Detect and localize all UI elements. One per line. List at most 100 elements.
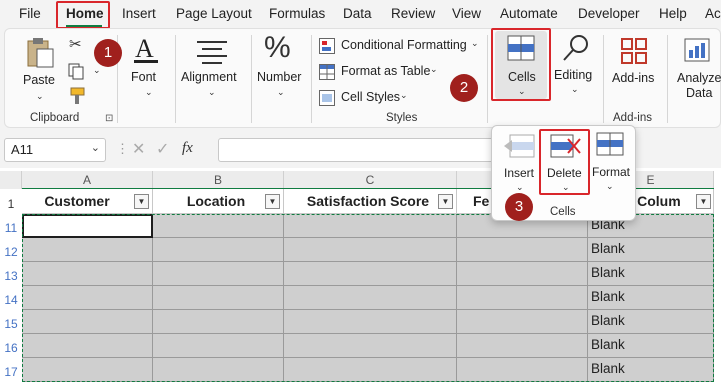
- table-cell[interactable]: [457, 262, 588, 286]
- analyze-data-button[interactable]: Analyze Data: [671, 33, 721, 103]
- table-cell[interactable]: [22, 358, 153, 382]
- table-cell[interactable]: [284, 214, 457, 238]
- cancel-icon[interactable]: ✕: [132, 139, 145, 159]
- table-cell[interactable]: [457, 358, 588, 382]
- search-icon: [563, 35, 588, 61]
- table-cell[interactable]: Blank: [588, 286, 714, 310]
- column-header-a[interactable]: A: [22, 171, 153, 189]
- table-cell[interactable]: [22, 334, 153, 358]
- chevron-down-icon: ⌄: [571, 84, 579, 94]
- format-cells-button[interactable]: Format ⌄: [592, 132, 632, 192]
- tab-acrobat[interactable]: Ac: [705, 6, 721, 21]
- font-button[interactable]: A Font ⌄: [125, 33, 169, 99]
- tab-insert[interactable]: Insert: [122, 6, 156, 21]
- tab-file[interactable]: File: [19, 6, 41, 21]
- tab-developer[interactable]: Developer: [578, 6, 640, 21]
- cut-icon[interactable]: ✂: [69, 35, 82, 53]
- table-cell[interactable]: [284, 334, 457, 358]
- add-ins-button[interactable]: Add-ins: [609, 33, 659, 99]
- tab-help[interactable]: Help: [659, 6, 687, 21]
- chevron-down-icon[interactable]: ⌄: [400, 90, 408, 101]
- chevron-down-icon[interactable]: ⌄: [471, 38, 479, 49]
- table-cell[interactable]: [153, 310, 284, 334]
- row-header[interactable]: 15: [0, 312, 22, 336]
- table-cell[interactable]: [284, 358, 457, 382]
- cell-a11-active[interactable]: [22, 214, 153, 238]
- alignment-label: Alignment: [181, 70, 237, 84]
- filter-dropdown-icon[interactable]: ▼: [265, 194, 280, 209]
- editing-button[interactable]: Editing ⌄: [553, 33, 597, 99]
- format-as-table-button[interactable]: Format as Table: [341, 64, 430, 78]
- row-header[interactable]: 14: [0, 288, 22, 312]
- tab-view[interactable]: View: [452, 6, 481, 21]
- format-painter-icon[interactable]: [66, 86, 86, 106]
- table-cell[interactable]: [22, 262, 153, 286]
- table-cell[interactable]: [153, 334, 284, 358]
- table-header-cell[interactable]: Satisfaction Score ▼: [284, 189, 457, 214]
- svg-text:A: A: [135, 34, 154, 63]
- step-badge: 3: [505, 193, 533, 221]
- table-cell[interactable]: [284, 238, 457, 262]
- row-header[interactable]: 17: [0, 360, 22, 384]
- more-options-icon[interactable]: ⋮: [116, 141, 129, 157]
- table-cell[interactable]: Blank: [588, 262, 714, 286]
- row-header[interactable]: 16: [0, 336, 22, 360]
- filter-active-icon[interactable]: ▼: [696, 194, 711, 209]
- table-cell[interactable]: Blank: [588, 238, 714, 262]
- select-all-corner[interactable]: [0, 171, 22, 189]
- tab-formulas[interactable]: Formulas: [269, 6, 325, 21]
- chevron-down-icon[interactable]: ⌄: [430, 64, 438, 75]
- conditional-formatting-button[interactable]: Conditional Formatting: [341, 38, 467, 52]
- table-cell[interactable]: [457, 334, 588, 358]
- name-box[interactable]: A11 ⌄: [4, 138, 106, 162]
- row-header[interactable]: 13: [0, 264, 22, 288]
- table-cell[interactable]: [284, 310, 457, 334]
- table-cell[interactable]: [284, 262, 457, 286]
- table-cell[interactable]: Blank: [588, 334, 714, 358]
- tab-data[interactable]: Data: [343, 6, 372, 21]
- table-cell[interactable]: [457, 286, 588, 310]
- table-cell[interactable]: [153, 286, 284, 310]
- table-cell[interactable]: [284, 286, 457, 310]
- enter-icon[interactable]: ✓: [156, 139, 169, 159]
- table-cell[interactable]: [22, 310, 153, 334]
- insert-cells-button[interactable]: Insert ⌄: [500, 132, 540, 192]
- paste-icon: [27, 38, 54, 68]
- cell-styles-button[interactable]: Cell Styles: [341, 90, 400, 104]
- alignment-button[interactable]: Alignment ⌄: [179, 33, 245, 99]
- table-cell[interactable]: [153, 214, 284, 238]
- format-as-table-icon: [319, 64, 335, 80]
- table-cell[interactable]: [153, 238, 284, 262]
- tab-page-layout[interactable]: Page Layout: [176, 6, 252, 21]
- row-header[interactable]: 12: [0, 240, 22, 264]
- table-header-cell[interactable]: Customer ▼: [22, 189, 153, 214]
- chevron-down-icon[interactable]: ⌄: [91, 141, 100, 154]
- table-cell[interactable]: [22, 238, 153, 262]
- column-header-b[interactable]: B: [153, 171, 284, 189]
- table-cell[interactable]: Blank: [588, 310, 714, 334]
- formula-input[interactable]: [218, 138, 498, 162]
- copy-icon[interactable]: [67, 62, 85, 80]
- table-cell[interactable]: [22, 286, 153, 310]
- filter-dropdown-icon[interactable]: ▼: [134, 194, 149, 209]
- table-cell[interactable]: [153, 262, 284, 286]
- column-header-c[interactable]: C: [284, 171, 457, 189]
- table-cell[interactable]: [457, 238, 588, 262]
- row-header[interactable]: 11: [0, 216, 22, 240]
- filter-dropdown-icon[interactable]: ▼: [438, 194, 453, 209]
- paste-button[interactable]: Paste ⌄: [19, 35, 59, 101]
- dialog-launcher-icon[interactable]: ⊡: [105, 113, 113, 124]
- conditional-formatting-icon: [319, 38, 335, 54]
- insert-function-icon[interactable]: fx: [182, 140, 193, 157]
- chevron-down-icon[interactable]: ⌄: [93, 65, 101, 76]
- table-cell[interactable]: Blank: [588, 358, 714, 382]
- tab-review[interactable]: Review: [391, 6, 435, 21]
- row-header[interactable]: 1: [0, 192, 22, 216]
- number-button[interactable]: % Number ⌄: [255, 31, 307, 99]
- table-header-cell[interactable]: Location ▼: [153, 189, 284, 214]
- analyze-data-label-line2: Data: [686, 86, 713, 100]
- tab-automate[interactable]: Automate: [500, 6, 558, 21]
- table-cell[interactable]: [457, 310, 588, 334]
- table-cell[interactable]: [153, 358, 284, 382]
- header-location: Location: [186, 193, 246, 209]
